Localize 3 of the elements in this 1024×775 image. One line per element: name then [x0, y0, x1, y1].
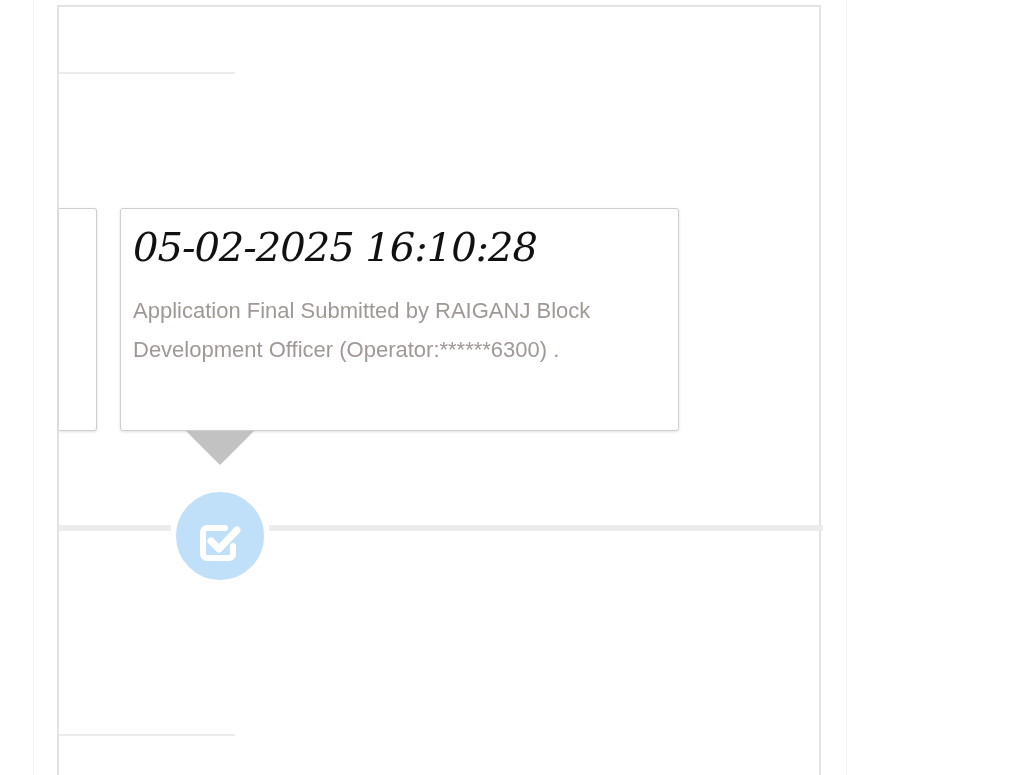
pointer-icon: [186, 431, 254, 465]
event-description: Application Final Submitted by RAIGANJ Block Development Officer (Operator:******6300) .: [133, 297, 592, 364]
event-timestamp: 05-02-2025 16:10:28: [133, 223, 538, 272]
